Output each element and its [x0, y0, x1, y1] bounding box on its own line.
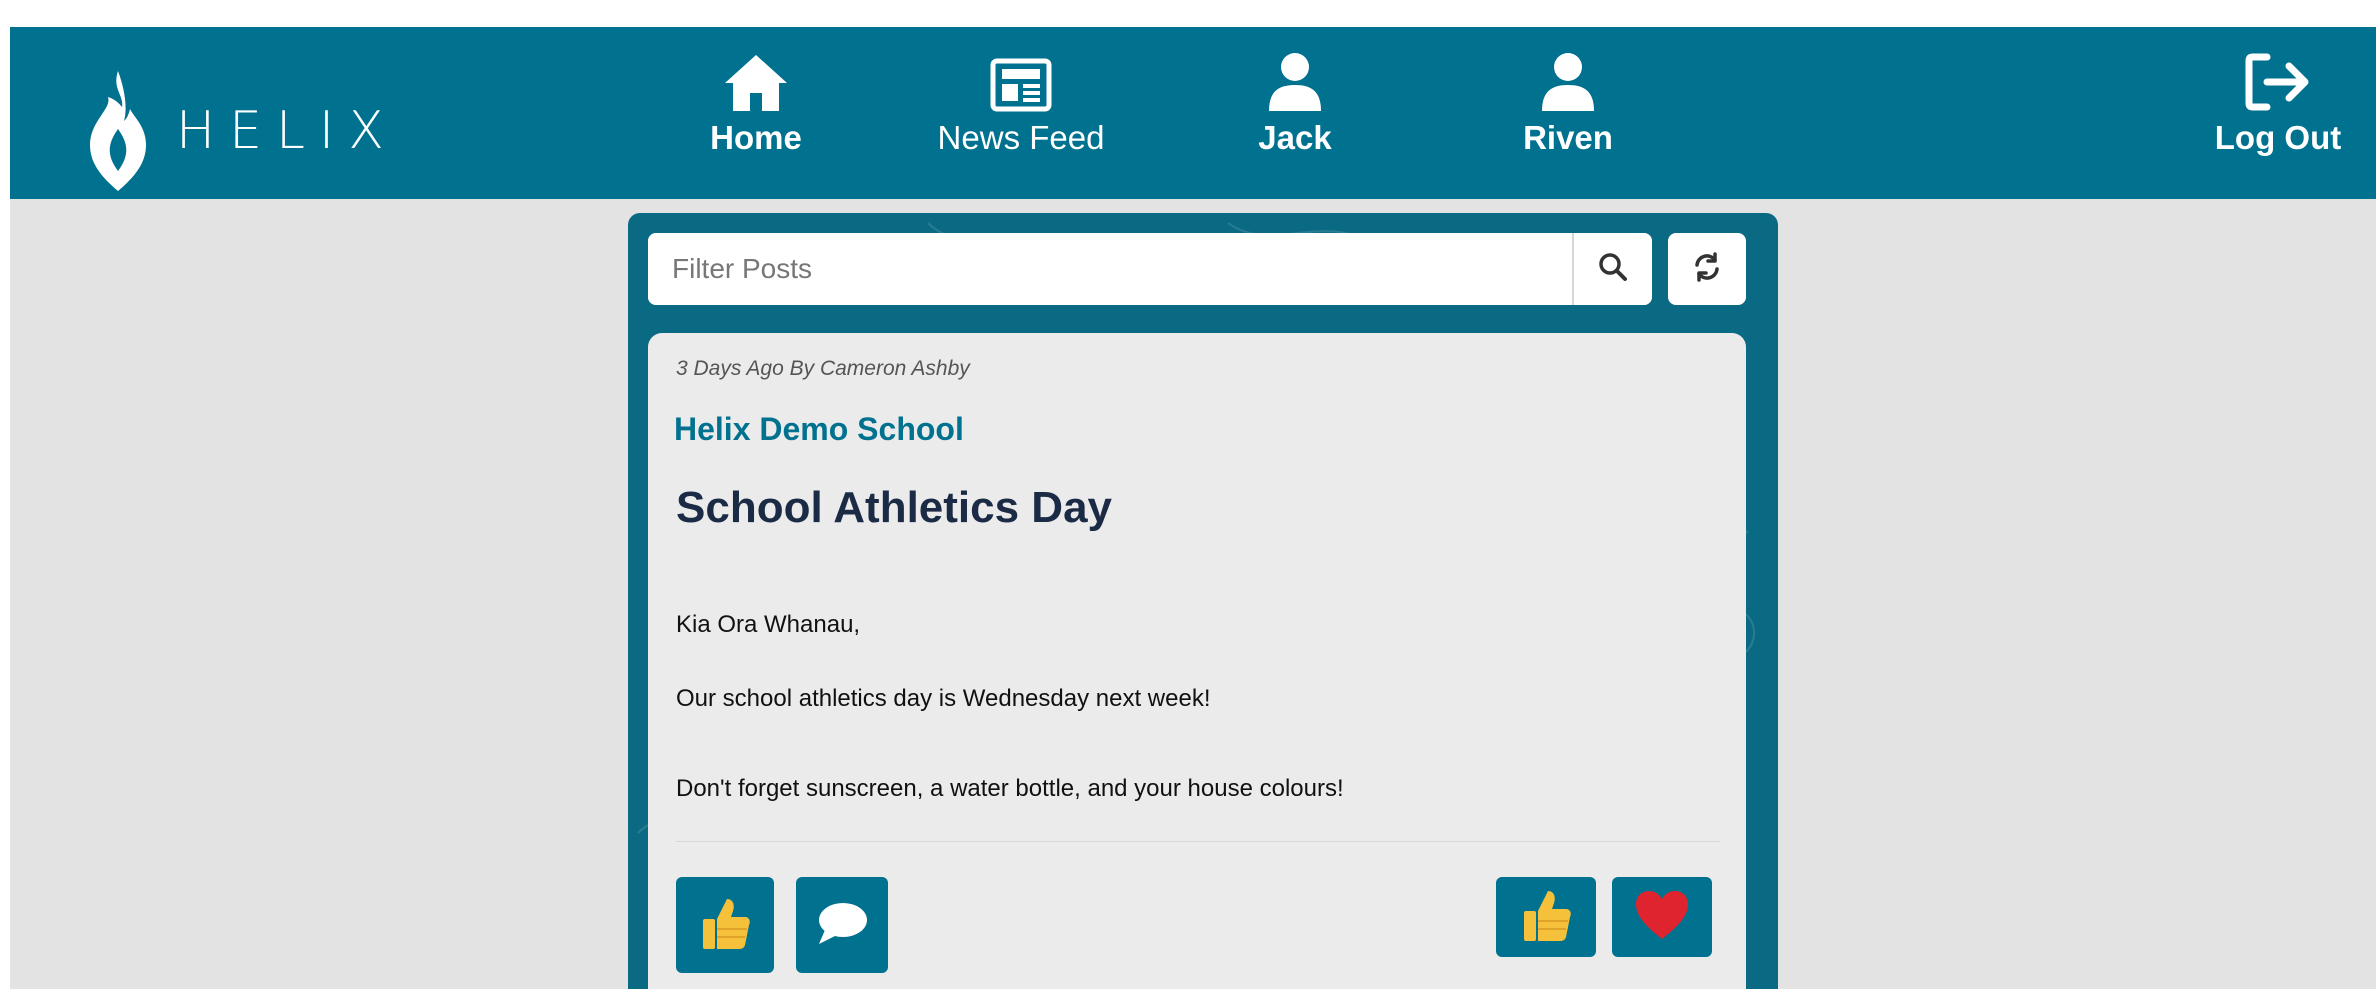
refresh-button[interactable]: [1668, 233, 1746, 305]
filter-posts-input[interactable]: [648, 233, 1572, 305]
logout-label: Log Out: [2214, 119, 2342, 156]
nav-news-feed-label: News Feed: [937, 119, 1105, 156]
helix-logo[interactable]: HELIX: [78, 67, 398, 195]
post-body-line: Don't forget sunscreen, a water bottle, …: [676, 775, 1344, 802]
reaction-thumbs-up[interactable]: [1496, 877, 1596, 957]
nav-user-jack-label: Jack: [1258, 119, 1332, 156]
nav-home-label: Home: [710, 119, 802, 156]
post-body-line: Kia Ora Whanau,: [676, 611, 861, 638]
search-icon: [1598, 252, 1628, 287]
user-icon: [1540, 51, 1596, 113]
comment-icon: [815, 900, 869, 951]
user-icon: [1267, 51, 1323, 113]
logo-text: HELIX: [176, 101, 398, 161]
nav-news-feed[interactable]: News Feed: [921, 51, 1121, 157]
refresh-icon: [1692, 251, 1722, 287]
thumbs-up-icon: [699, 895, 751, 956]
nav-user-riven-label: Riven: [1523, 119, 1613, 156]
search-button[interactable]: [1572, 233, 1652, 305]
thumbs-up-icon: [1520, 887, 1572, 948]
comment-button[interactable]: [796, 877, 888, 973]
nav-user-jack[interactable]: Jack: [1195, 51, 1395, 157]
like-button[interactable]: [676, 877, 774, 973]
heart-icon: [1634, 889, 1690, 946]
logout-button[interactable]: Log Out: [2188, 51, 2368, 157]
filter-posts-box: [648, 233, 1652, 305]
page: HELIX Home News Feed Jack Riven Log Out …: [0, 0, 2376, 989]
flame-logo-icon: [78, 67, 158, 195]
post-meta: 3 Days Ago By Cameron Ashby: [676, 357, 970, 380]
post-body-line: Our school athletics day is Wednesday ne…: [676, 685, 1211, 712]
top-navbar: HELIX Home News Feed Jack Riven Log Out: [10, 27, 2376, 199]
logout-icon: [2243, 51, 2313, 113]
news-feed-panel: 3 Days Ago By Cameron Ashby Helix Demo S…: [628, 213, 1778, 989]
post-title: School Athletics Day: [676, 483, 1113, 532]
reaction-heart[interactable]: [1612, 877, 1712, 957]
post-school-link[interactable]: Helix Demo School: [674, 411, 964, 448]
content-area: 3 Days Ago By Cameron Ashby Helix Demo S…: [10, 199, 2376, 989]
post-divider: [676, 841, 1720, 842]
home-icon: [723, 51, 789, 113]
nav-user-riven[interactable]: Riven: [1468, 51, 1668, 157]
nav-home[interactable]: Home: [656, 51, 856, 157]
post-card: 3 Days Ago By Cameron Ashby Helix Demo S…: [648, 333, 1746, 989]
newspaper-icon: [989, 51, 1053, 113]
